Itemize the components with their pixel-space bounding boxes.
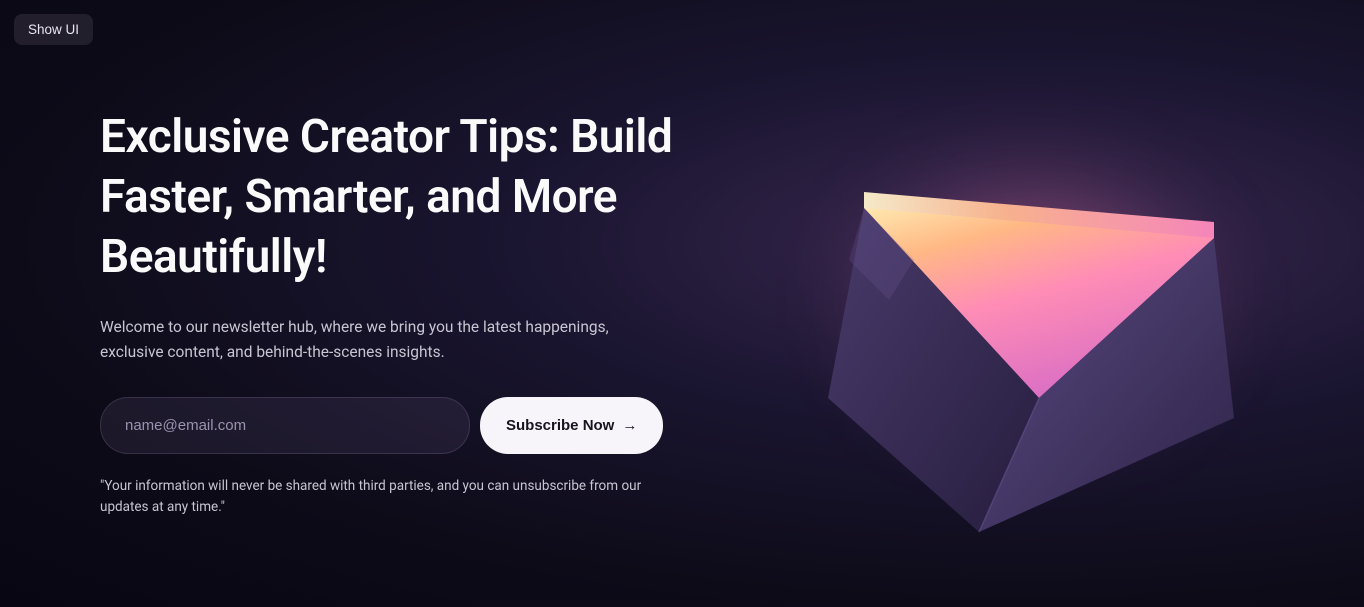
envelope-illustration xyxy=(664,60,1304,560)
subscribe-form: Subscribe Now → xyxy=(100,397,680,454)
hero-heading: Exclusive Creator Tips: Build Faster, Sm… xyxy=(100,108,680,287)
disclaimer-text: "Your information will never be shared w… xyxy=(100,476,660,518)
subscribe-button[interactable]: Subscribe Now → xyxy=(480,397,663,454)
show-ui-button[interactable]: Show UI xyxy=(14,14,93,45)
email-input[interactable] xyxy=(100,397,470,454)
arrow-right-icon: → xyxy=(622,418,637,433)
subscribe-button-label: Subscribe Now xyxy=(506,417,614,434)
envelope-icon xyxy=(794,130,1254,550)
hero-subtext: Welcome to our newsletter hub, where we … xyxy=(100,315,660,365)
hero-content: Exclusive Creator Tips: Build Faster, Sm… xyxy=(100,108,680,518)
